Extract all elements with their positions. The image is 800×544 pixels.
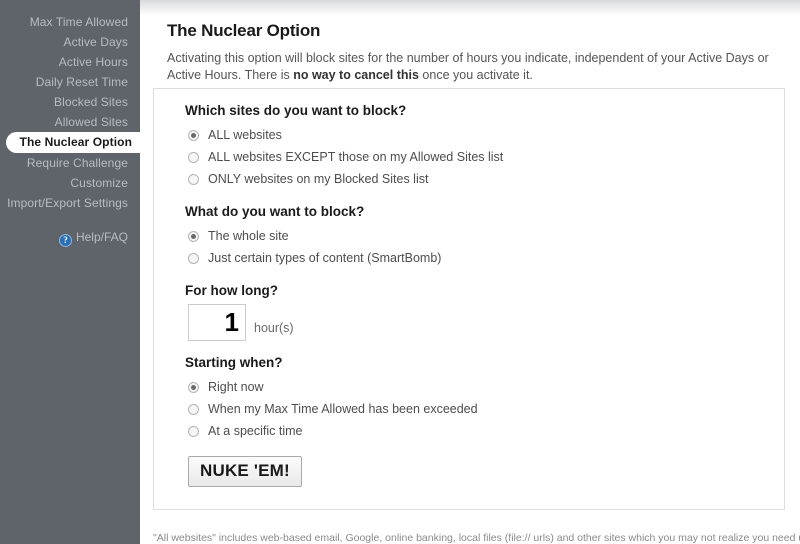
footer-disclaimer: "All websites" includes web-based email,…: [153, 532, 800, 544]
sidebar-item-active-hours[interactable]: Active Hours: [0, 52, 140, 72]
question-group-duration: For how long? hour(s): [172, 283, 766, 341]
radio-option-starting-when-1[interactable]: When my Max Time Allowed has been exceed…: [188, 398, 766, 420]
question-mark-icon: ?: [58, 234, 72, 247]
sidebar-item-help-faq[interactable]: ? Help/FAQ: [0, 229, 140, 247]
radio-button-icon[interactable]: [188, 151, 199, 163]
sidebar-item-active-days[interactable]: Active Days: [0, 32, 140, 52]
radio-option-label: Just certain types of content (SmartBomb…: [208, 251, 442, 265]
duration-row: hour(s): [188, 304, 766, 341]
main-content: The Nuclear Option Activating this optio…: [140, 14, 800, 544]
radio-button-icon[interactable]: [188, 173, 199, 185]
radio-group-which-sites: ALL websites ALL websites EXCEPT those on…: [172, 124, 766, 190]
radio-option-label: ALL websites EXCEPT those on my Allowed …: [208, 150, 504, 164]
radio-button-icon[interactable]: [188, 252, 199, 264]
question-heading-duration: For how long?: [185, 283, 278, 298]
question-group-starting-when: Starting when? Right now When my Max Time…: [172, 355, 766, 442]
radio-option-starting-when-2[interactable]: At a specific time: [188, 420, 766, 442]
hours-input[interactable]: [188, 304, 246, 341]
sidebar-item-allowed-sites[interactable]: Allowed Sites: [0, 112, 140, 132]
sidebar-item-daily-reset-time[interactable]: Daily Reset Time: [0, 72, 140, 92]
sidebar-item-list: Max Time Allowed Active Days Active Hours D…: [0, 12, 140, 213]
radio-option-what-to-block-0[interactable]: The whole site: [188, 225, 766, 247]
sidebar-navigation: Max Time Allowed Active Days Active Hours D…: [0, 0, 140, 544]
app-root: Max Time Allowed Active Days Active Hours D…: [0, 0, 800, 544]
page-title: The Nuclear Option: [167, 21, 321, 40]
submit-row: NUKE 'EM!: [188, 456, 766, 487]
radio-option-label: The whole site: [208, 229, 289, 243]
sidebar-item-customize[interactable]: Customize: [0, 173, 140, 193]
sidebar-item-require-challenge[interactable]: Require Challenge: [0, 153, 140, 173]
radio-button-icon[interactable]: [188, 230, 199, 242]
intro-paragraph: Activating this option will block sites …: [167, 50, 782, 84]
help-faq-label: Help/FAQ: [75, 230, 128, 244]
radio-button-icon[interactable]: [188, 425, 199, 437]
radio-option-what-to-block-1[interactable]: Just certain types of content (SmartBomb…: [188, 247, 766, 269]
radio-option-label: ONLY websites on my Blocked Sites list: [208, 172, 429, 186]
question-heading-starting-when: Starting when?: [185, 355, 283, 370]
radio-option-label: Right now: [208, 380, 264, 394]
radio-button-icon[interactable]: [188, 129, 199, 141]
question-heading-which-sites: Which sites do you want to block?: [185, 103, 407, 118]
nuclear-option-form-panel: Which sites do you want to block? ALL we…: [153, 88, 785, 510]
radio-option-starting-when-0[interactable]: Right now: [188, 376, 766, 398]
intro-text-emphasis: no way to cancel this: [293, 68, 419, 82]
radio-option-label: At a specific time: [208, 424, 303, 438]
nuke-em-button[interactable]: NUKE 'EM!: [188, 456, 302, 487]
sidebar-item-import-export-settings[interactable]: Import/Export Settings: [0, 193, 140, 213]
radio-option-which-sites-1[interactable]: ALL websites EXCEPT those on my Allowed …: [188, 146, 766, 168]
top-gradient-strip: [140, 0, 800, 14]
radio-button-icon[interactable]: [188, 381, 199, 393]
radio-option-label: ALL websites: [208, 128, 282, 142]
intro-text-after: once you activate it.: [418, 68, 533, 82]
radio-group-starting-when: Right now When my Max Time Allowed has be…: [172, 376, 766, 442]
sidebar-item-max-time-allowed[interactable]: Max Time Allowed: [0, 12, 140, 32]
radio-option-label: When my Max Time Allowed has been exceed…: [208, 402, 478, 416]
question-heading-what-to-block: What do you want to block?: [185, 204, 365, 219]
question-group-what-to-block: What do you want to block? The whole sit…: [172, 204, 766, 269]
radio-group-what-to-block: The whole site Just certain types of cont…: [172, 225, 766, 269]
hours-unit-label: hour(s): [254, 320, 294, 335]
radio-option-which-sites-0[interactable]: ALL websites: [188, 124, 766, 146]
sidebar-item-the-nuclear-option[interactable]: The Nuclear Option: [6, 132, 140, 153]
question-group-which-sites: Which sites do you want to block? ALL we…: [172, 103, 766, 190]
sidebar-item-blocked-sites[interactable]: Blocked Sites: [0, 92, 140, 112]
radio-button-icon[interactable]: [188, 403, 199, 415]
radio-option-which-sites-2[interactable]: ONLY websites on my Blocked Sites list: [188, 168, 766, 190]
